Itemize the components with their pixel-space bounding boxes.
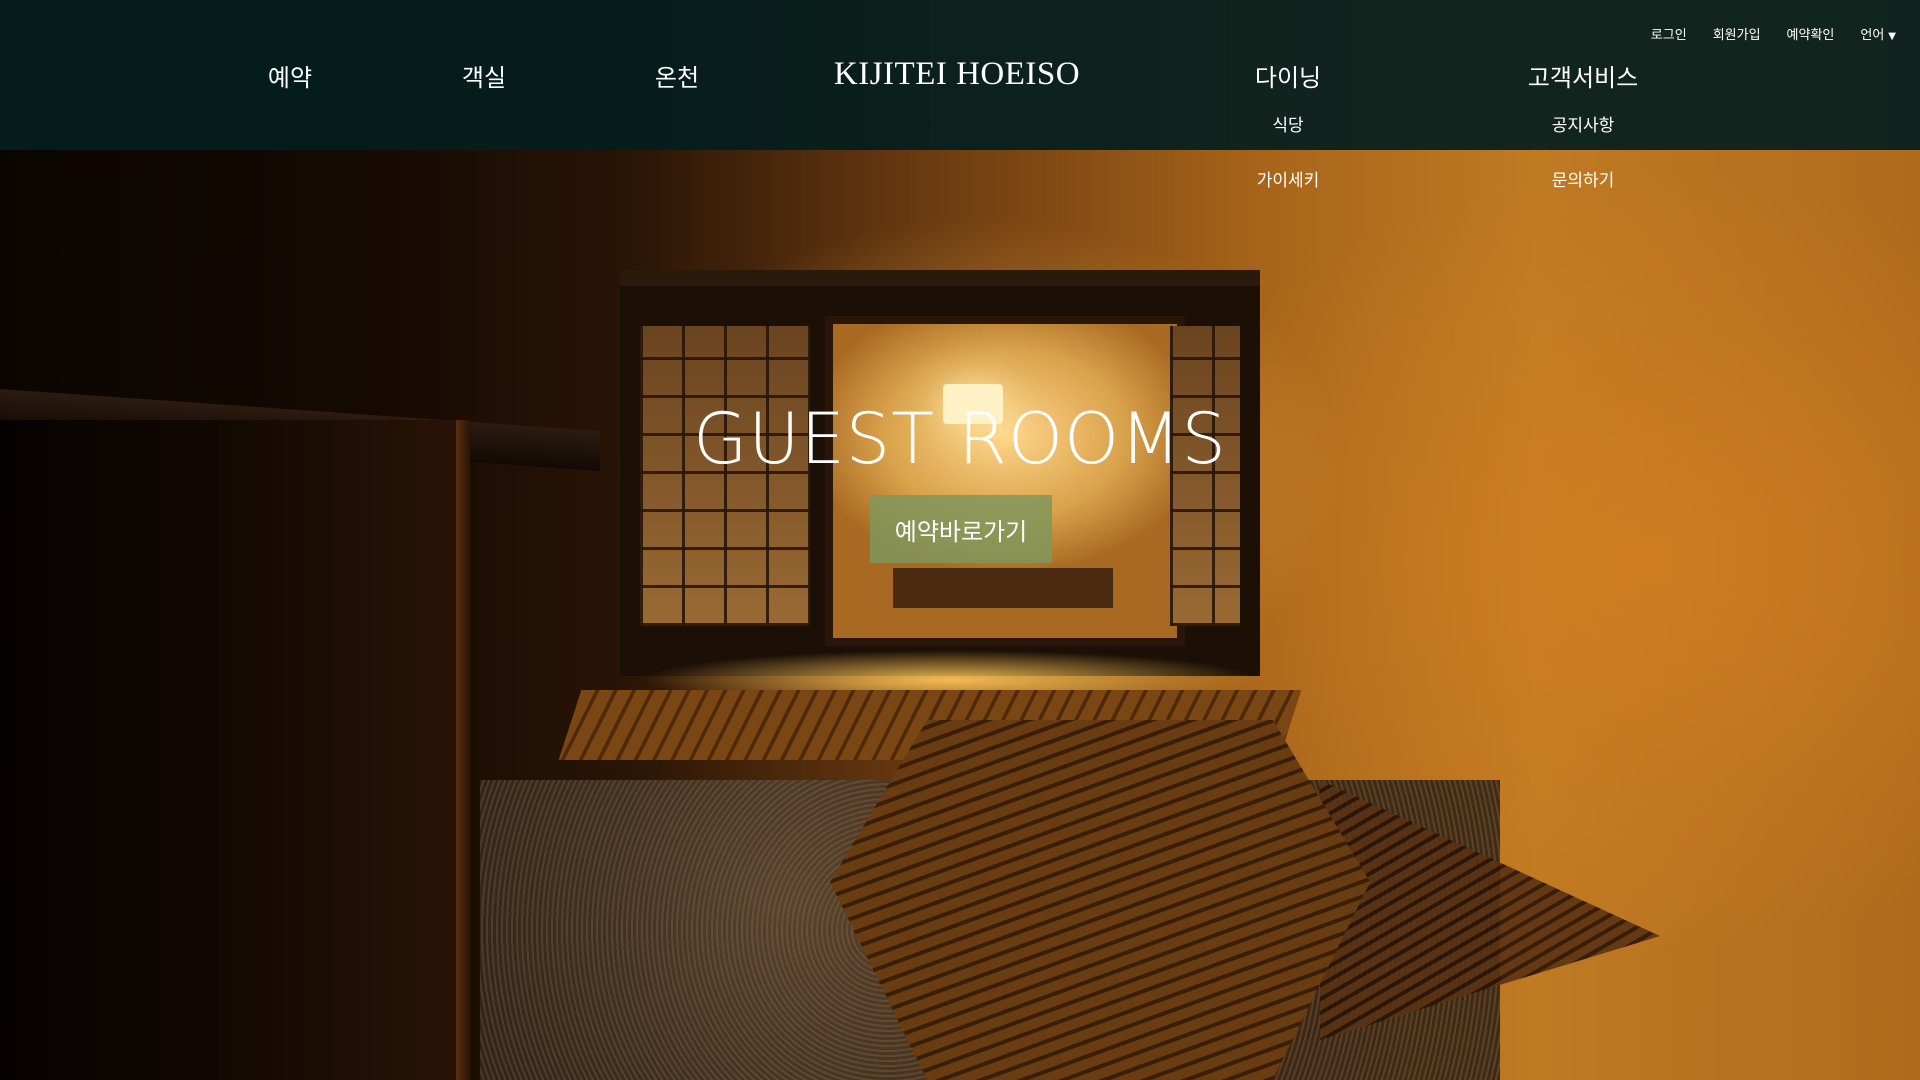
language-dropdown[interactable]: 언어 ▼ <box>1860 24 1896 43</box>
wooden-wall <box>0 420 470 1080</box>
nav-customer-service[interactable]: 고객서비스 <box>1528 58 1638 93</box>
book-now-button[interactable]: 예약바로가기 <box>870 495 1052 563</box>
hero-title: GUEST ROOMS <box>693 398 1227 480</box>
submenu-inquiry[interactable]: 문의하기 <box>1552 166 1615 191</box>
nav-rooms[interactable]: 객실 <box>462 58 506 93</box>
site-header: 로그인 회원가입 예약확인 언어 ▼ 예약 객실 온천 KIJITEI HOEIS… <box>0 0 1920 150</box>
signup-link[interactable]: 회원가입 <box>1713 24 1761 43</box>
submenu-notice[interactable]: 공지사항 <box>1552 111 1615 136</box>
brand-logo[interactable]: KIJITEI HOEISO <box>834 56 1080 93</box>
caret-down-icon: ▼ <box>1888 31 1896 42</box>
login-link[interactable]: 로그인 <box>1651 24 1687 43</box>
nav-dining[interactable]: 다이닝 <box>1255 58 1321 93</box>
lit-room <box>825 316 1185 646</box>
submenu-restaurant[interactable]: 식당 <box>1272 111 1303 136</box>
nav-hot-spring[interactable]: 온천 <box>655 58 699 93</box>
language-label: 언어 <box>1860 28 1885 43</box>
utility-nav: 로그인 회원가입 예약확인 언어 ▼ <box>1651 24 1896 43</box>
submenu-kaiseki[interactable]: 가이세키 <box>1257 166 1320 191</box>
nav-reservation[interactable]: 예약 <box>268 58 312 93</box>
wooden-walkway <box>830 720 1370 1080</box>
page: 로그인 회원가입 예약확인 언어 ▼ 예약 객실 온천 KIJITEI HOEIS… <box>0 0 1920 1080</box>
check-reservation-link[interactable]: 예약확인 <box>1787 24 1835 43</box>
